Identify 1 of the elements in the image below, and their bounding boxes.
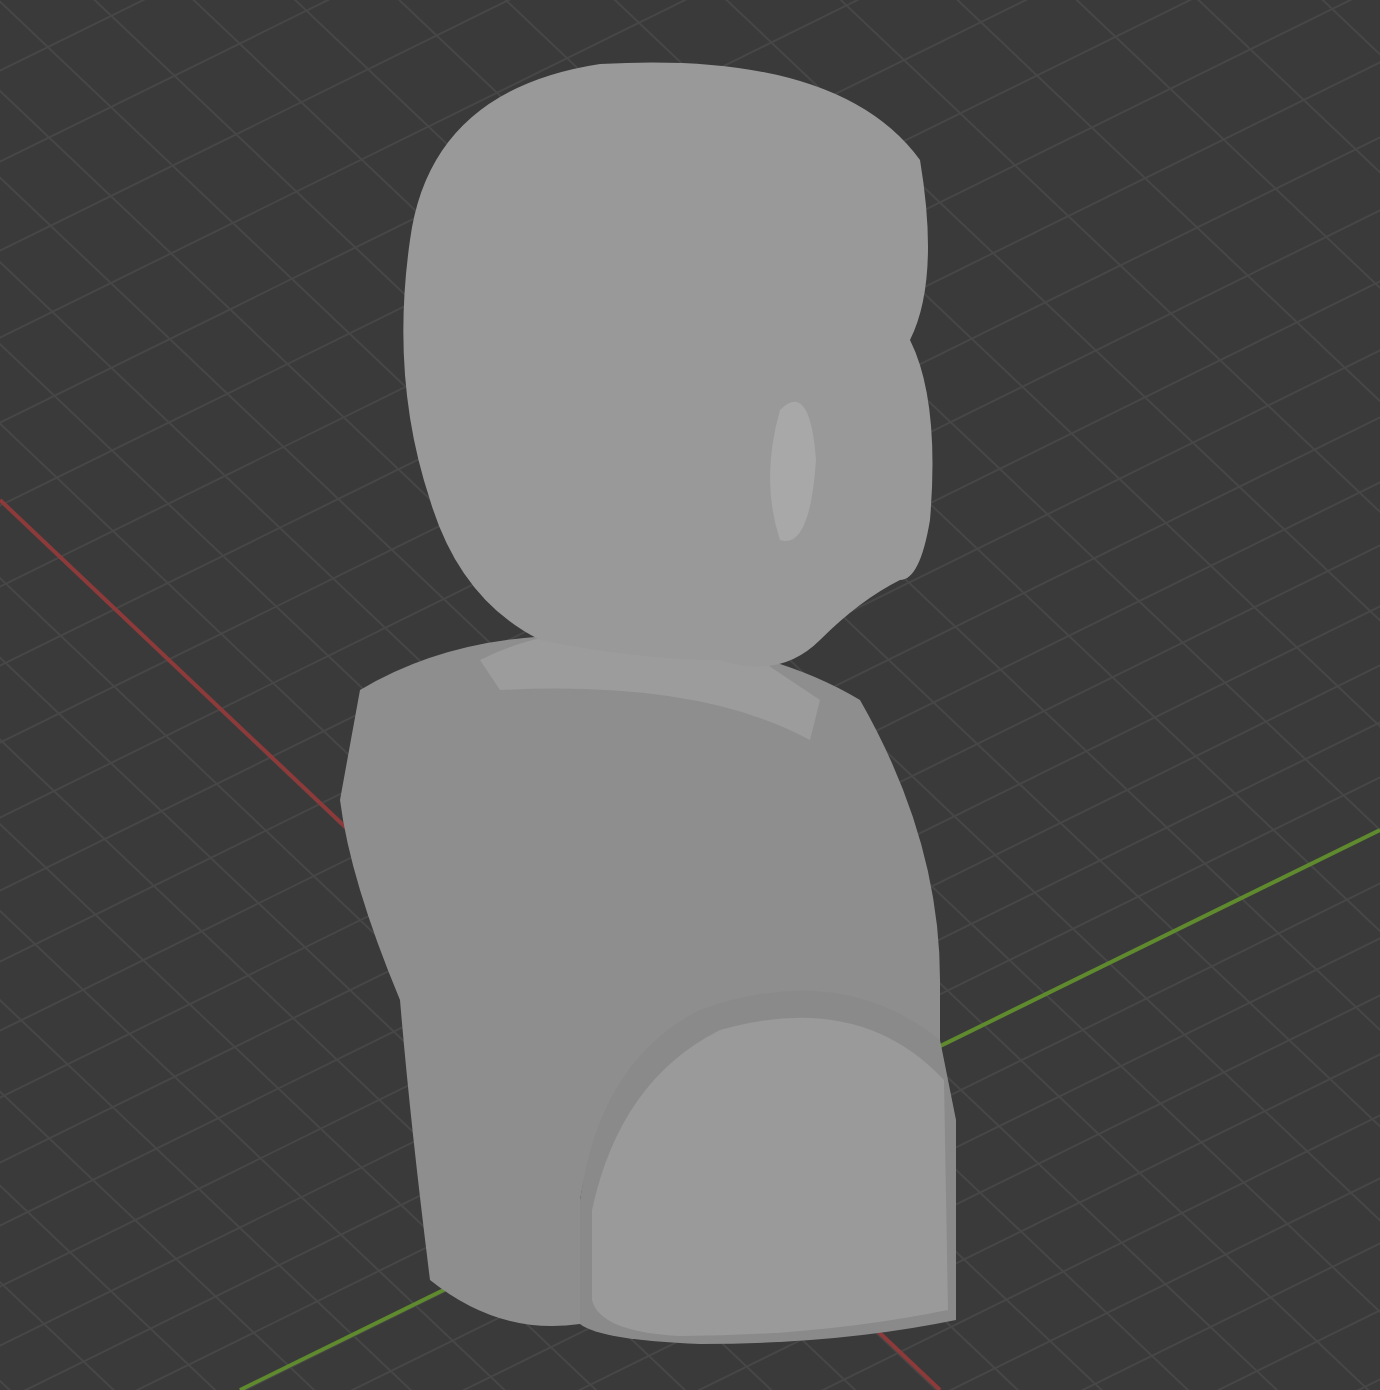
- 3d-viewport[interactable]: [0, 0, 1380, 1390]
